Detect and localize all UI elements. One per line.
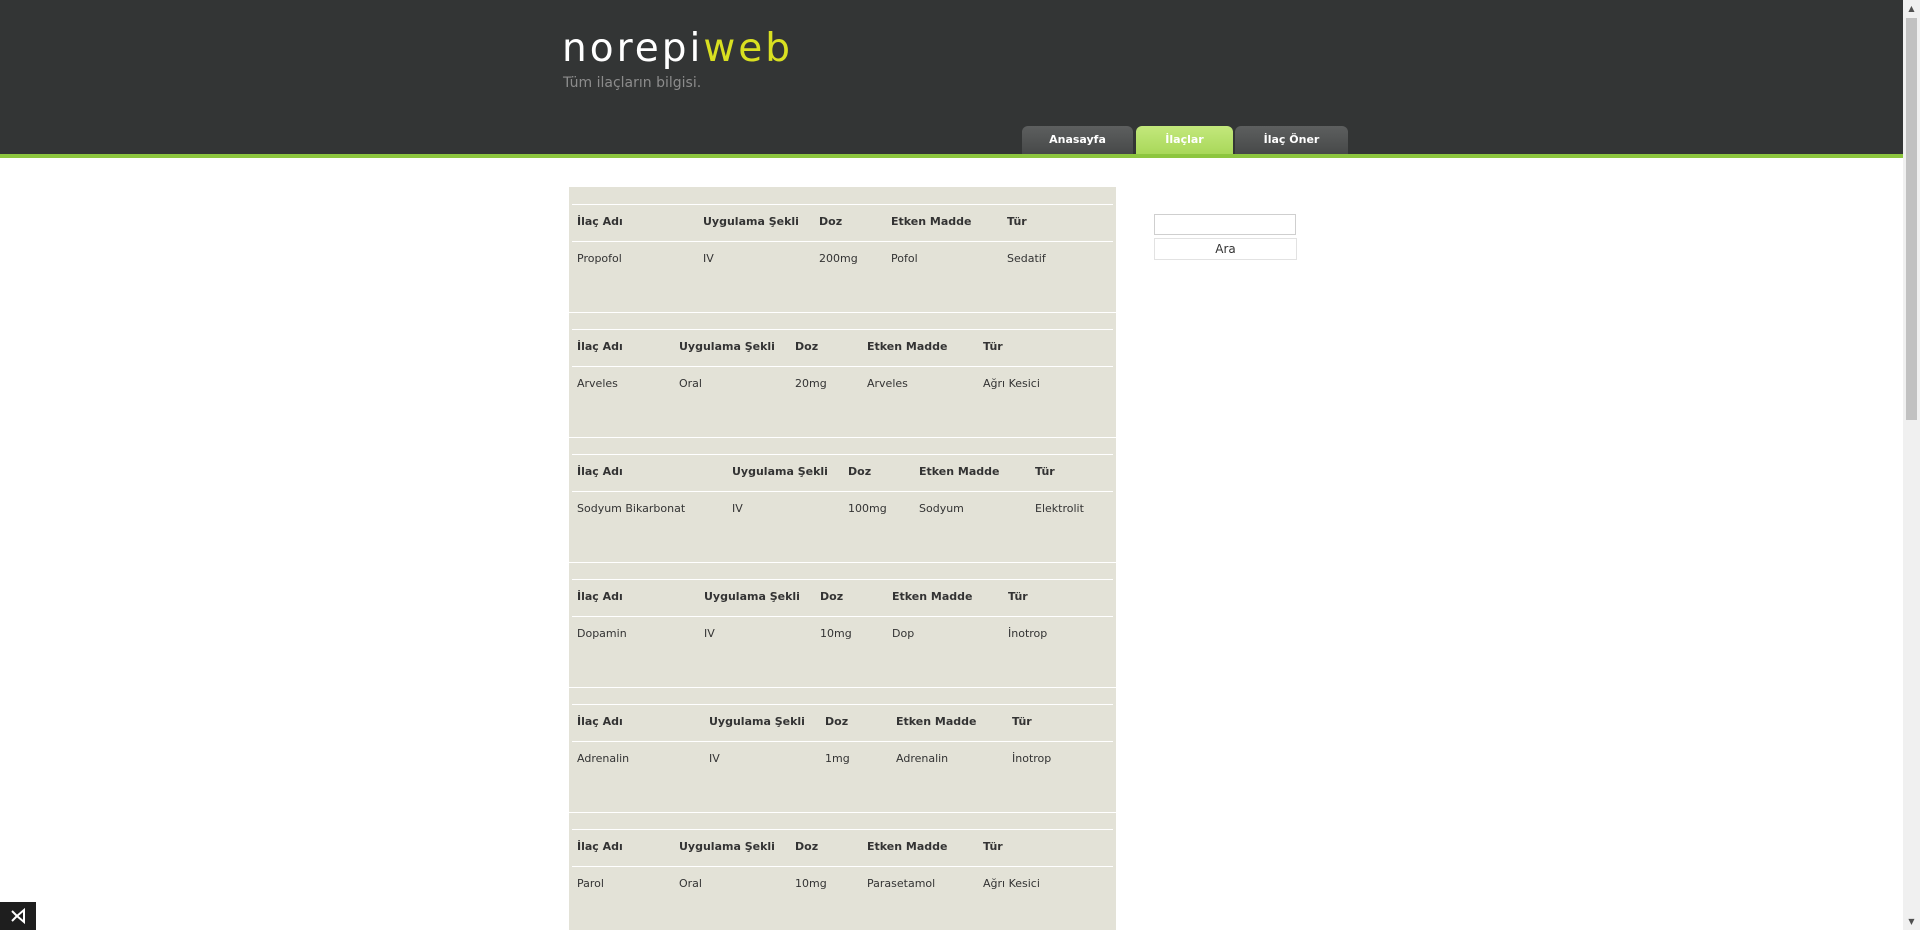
table-cell: IV: [704, 627, 715, 640]
column-header: Tür: [983, 840, 1003, 853]
table-cell: Dopamin: [577, 627, 627, 640]
column-header: Etken Madde: [919, 465, 1000, 478]
table-cell: Parol: [577, 877, 604, 890]
row-divider: [572, 866, 1113, 867]
logo-text-norepi: norepi: [562, 26, 704, 71]
table-cell: Parasetamol: [867, 877, 936, 890]
column-header: İlaç Adı: [577, 590, 623, 603]
scroll-thumb[interactable]: [1906, 18, 1917, 420]
table-cell: Adrenalin: [896, 752, 949, 765]
row-divider: [572, 616, 1113, 617]
column-header: Tür: [983, 340, 1003, 353]
table-cell: Elektrolit: [1035, 502, 1084, 515]
drug-table: İlaç Adı Uygulama Şekli Doz Etken Madde Tür D…: [569, 562, 1116, 687]
table-cell: İnotrop: [1012, 752, 1052, 765]
table-cell: 20mg: [795, 377, 827, 390]
table-separator: [569, 562, 1116, 563]
drug-table: İlaç Adı Uygulama Şekli Doz Etken Madde Tür P…: [569, 187, 1116, 312]
column-header: Doz: [820, 590, 844, 603]
column-header: İlaç Adı: [577, 715, 623, 728]
column-header: Etken Madde: [896, 715, 977, 728]
row-divider: [572, 204, 1113, 205]
table-cell: Sedatif: [1007, 252, 1046, 265]
table-cell: Adrenalin: [577, 752, 630, 765]
row-divider: [572, 829, 1113, 830]
vertical-scrollbar[interactable]: ▲ ▼: [1903, 0, 1920, 930]
column-header: Doz: [795, 340, 819, 353]
table-cell: 10mg: [820, 627, 852, 640]
drug-table: İlaç Adı Uygulama Şekli Doz Etken Madde Tür A…: [569, 687, 1116, 812]
table-cell: İnotrop: [1008, 627, 1048, 640]
row-divider: [572, 366, 1113, 367]
table-cell: Sodyum Bikarbonat: [577, 502, 686, 515]
column-header: Uygulama Şekli: [732, 465, 828, 478]
table-cell: Sodyum: [919, 502, 964, 515]
column-header: Doz: [795, 840, 819, 853]
tab-ilac-oner[interactable]: İlaç Öner: [1235, 126, 1348, 154]
column-header: İlaç Adı: [577, 465, 623, 478]
row-divider: [572, 491, 1113, 492]
scroll-up-icon[interactable]: ▲: [1903, 0, 1920, 17]
drug-table: İlaç Adı Uygulama Şekli Doz Etken Madde Tür S…: [569, 437, 1116, 562]
site-header: norepiweb Tüm ilaçların bilgisi. Anasayf…: [0, 0, 1903, 158]
column-header: Uygulama Şekli: [679, 340, 775, 353]
table-cell: IV: [703, 252, 714, 265]
column-header: Tür: [1007, 215, 1027, 228]
column-header: İlaç Adı: [577, 215, 623, 228]
column-header: Doz: [819, 215, 843, 228]
scroll-down-icon[interactable]: ▼: [1903, 913, 1920, 930]
search-button[interactable]: Ara: [1154, 238, 1297, 260]
table-cell: 1mg: [825, 752, 850, 765]
column-header: Uygulama Şekli: [703, 215, 799, 228]
table-cell: Oral: [679, 877, 702, 890]
drug-table: İlaç Adı Uygulama Şekli Doz Etken Madde Tür P…: [569, 812, 1116, 930]
row-divider: [572, 704, 1113, 705]
table-cell: Propofol: [577, 252, 622, 265]
table-separator: [569, 812, 1116, 813]
drug-list: İlaç Adı Uygulama Şekli Doz Etken Madde Tür P…: [569, 187, 1116, 930]
column-header: Etken Madde: [892, 590, 973, 603]
row-divider: [572, 241, 1113, 242]
table-cell: IV: [709, 752, 720, 765]
logo-text-web: web: [703, 26, 793, 71]
visual-studio-icon[interactable]: [0, 902, 36, 930]
table-cell: Ağrı Kesici: [983, 877, 1040, 890]
table-cell: Arveles: [577, 377, 618, 390]
table-cell: 200mg: [819, 252, 858, 265]
row-divider: [572, 741, 1113, 742]
search-input[interactable]: [1154, 214, 1296, 235]
column-header: Doz: [848, 465, 872, 478]
tab-anasayfa[interactable]: Anasayfa: [1022, 126, 1133, 154]
column-header: Uygulama Şekli: [704, 590, 800, 603]
column-header: Tür: [1012, 715, 1032, 728]
table-cell: Oral: [679, 377, 702, 390]
site-logo[interactable]: norepiweb: [562, 26, 793, 72]
column-header: İlaç Adı: [577, 340, 623, 353]
drug-table: İlaç Adı Uygulama Şekli Doz Etken Madde Tür A…: [569, 312, 1116, 437]
column-header: Uygulama Şekli: [709, 715, 805, 728]
table-cell: Arveles: [867, 377, 908, 390]
column-header: Etken Madde: [867, 840, 948, 853]
table-cell: Dop: [892, 627, 915, 640]
table-cell: Pofol: [891, 252, 918, 265]
table-cell: 10mg: [795, 877, 827, 890]
table-cell: IV: [732, 502, 743, 515]
column-header: Etken Madde: [867, 340, 948, 353]
table-separator: [569, 687, 1116, 688]
row-divider: [572, 579, 1113, 580]
column-header: Doz: [825, 715, 849, 728]
table-cell: 100mg: [848, 502, 887, 515]
table-separator: [569, 437, 1116, 438]
tab-ilaclar[interactable]: İlaçlar: [1136, 126, 1233, 154]
row-divider: [572, 454, 1113, 455]
column-header: Etken Madde: [891, 215, 972, 228]
column-header: Tür: [1035, 465, 1055, 478]
site-tagline: Tüm ilaçların bilgisi.: [563, 75, 702, 91]
table-separator: [569, 312, 1116, 313]
column-header: Tür: [1008, 590, 1028, 603]
column-header: Uygulama Şekli: [679, 840, 775, 853]
table-cell: Ağrı Kesici: [983, 377, 1040, 390]
row-divider: [572, 329, 1113, 330]
column-header: İlaç Adı: [577, 840, 623, 853]
